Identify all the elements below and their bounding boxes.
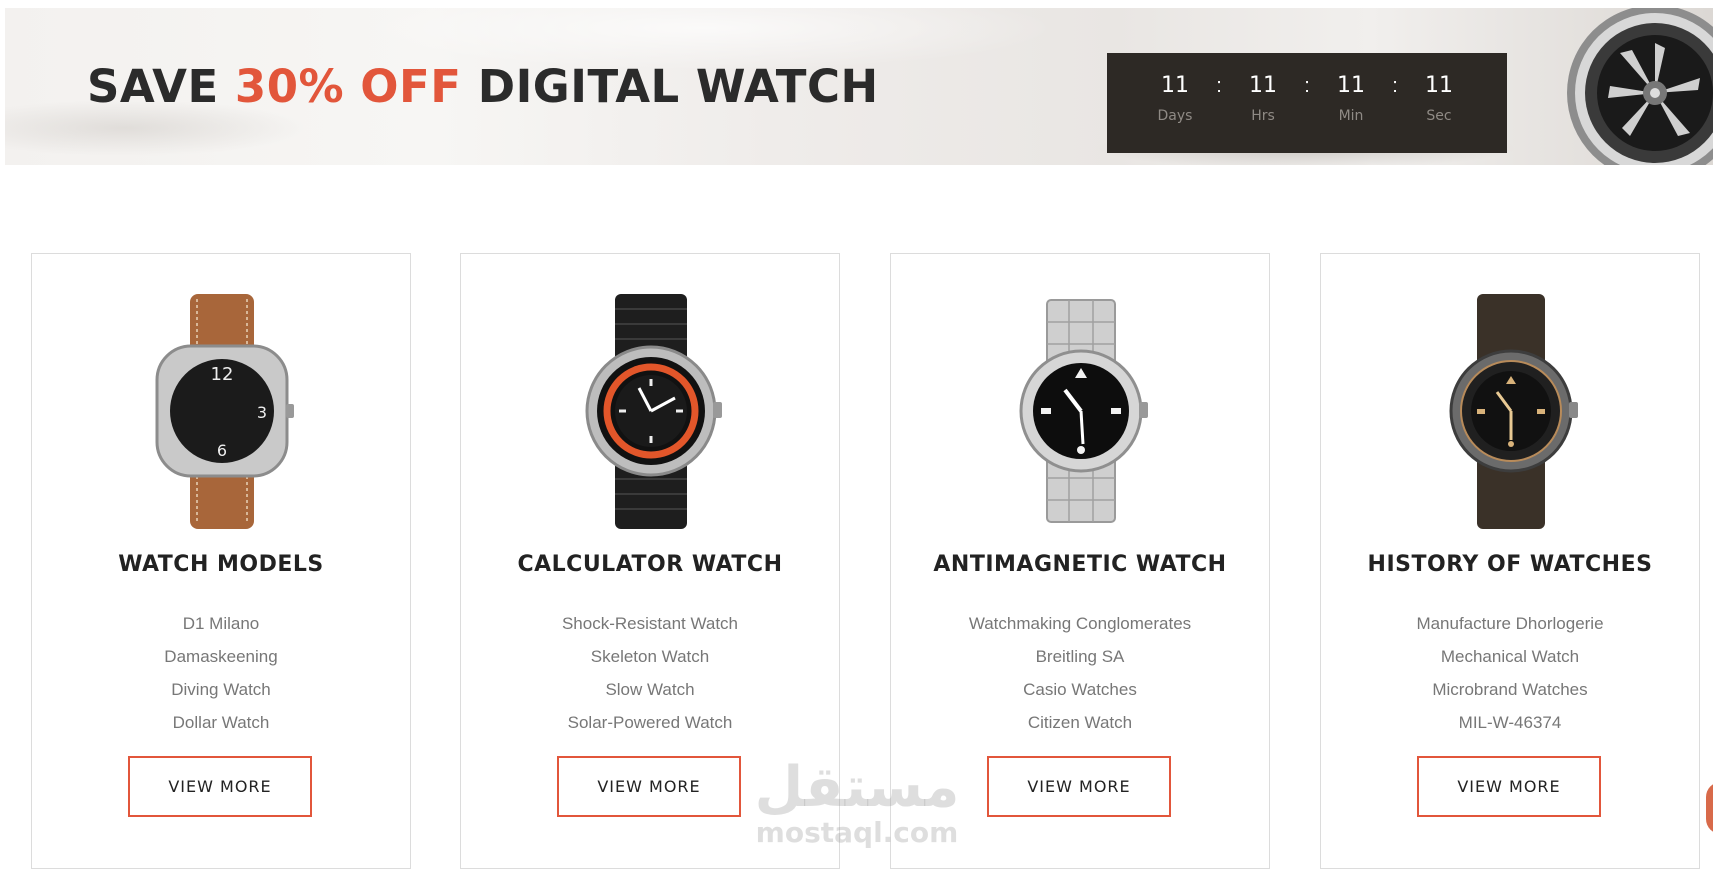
list-item[interactable]: Skeleton Watch [461, 640, 839, 673]
list-item-label[interactable]: Casio Watches [1023, 680, 1137, 699]
countdown-timer: 11 Days : 11 Hrs : 11 Min : 11 Sec [1107, 53, 1507, 153]
promo-banner: SAVE 30% OFF DIGITAL WATCH 11 Days : 11 … [5, 8, 1713, 165]
list-item-label[interactable]: Solar-Powered Watch [568, 713, 733, 732]
dark-fabric-strap-watch-image [1449, 294, 1578, 529]
list-item-label[interactable]: Skeleton Watch [591, 647, 709, 666]
list-item-label[interactable]: MIL-W-46374 [1459, 713, 1562, 732]
view-more-button[interactable]: VIEW MORE [987, 756, 1171, 817]
list-item-label[interactable]: Mechanical Watch [1441, 647, 1579, 666]
list-item[interactable]: D1 Milano [32, 607, 410, 640]
list-item[interactable]: MIL-W-46374 [1321, 706, 1699, 739]
card-link-list: Manufacture Dhorlogerie Mechanical Watch… [1321, 607, 1699, 739]
category-card: 12 3 6 WATCH MODELS D1 Milano Damaskeeni… [31, 253, 411, 869]
list-item[interactable]: Watchmaking Conglomerates [891, 607, 1269, 640]
list-item-label[interactable]: D1 Milano [183, 614, 260, 633]
view-more-button[interactable]: VIEW MORE [557, 756, 741, 817]
list-item-label[interactable]: Breitling SA [1036, 647, 1125, 666]
list-item[interactable]: Microbrand Watches [1321, 673, 1699, 706]
countdown-minutes-label: Min [1338, 108, 1364, 124]
steel-bracelet-watch-image [1019, 299, 1148, 523]
svg-text:12: 12 [211, 364, 234, 385]
list-item[interactable]: Breitling SA [891, 640, 1269, 673]
list-item[interactable]: Dollar Watch [32, 706, 410, 739]
countdown-separator: : [1392, 75, 1398, 97]
brown-leather-strap-watch-image: 12 3 6 [155, 294, 294, 529]
banner-title: SAVE 30% OFF DIGITAL WATCH [87, 60, 879, 113]
countdown-days-value: 11 [1161, 73, 1189, 98]
list-item-label[interactable]: Manufacture Dhorlogerie [1416, 614, 1603, 633]
card-title: HISTORY OF WATCHES [1367, 552, 1653, 577]
category-card: ANTIMAGNETIC WATCH Watchmaking Conglomer… [890, 253, 1270, 869]
list-item[interactable]: Shock-Resistant Watch [461, 607, 839, 640]
countdown-hours-value: 11 [1249, 73, 1277, 98]
card-link-list: D1 Milano Damaskeening Diving Watch Doll… [32, 607, 410, 739]
list-item-label[interactable]: Citizen Watch [1028, 713, 1132, 732]
list-item[interactable]: Damaskeening [32, 640, 410, 673]
countdown-separator: : [1216, 75, 1222, 97]
scroll-to-top-button[interactable] [1706, 782, 1713, 834]
card-link-list: Watchmaking Conglomerates Breitling SA C… [891, 607, 1269, 739]
card-title: WATCH MODELS [118, 552, 324, 577]
banner-title-suffix: DIGITAL WATCH [461, 60, 879, 113]
countdown-seconds-label: Sec [1426, 108, 1452, 124]
digital-watch-image [1567, 8, 1713, 165]
list-item-label[interactable]: Damaskeening [164, 647, 277, 666]
black-orange-diver-watch-image [585, 294, 722, 529]
svg-text:6: 6 [217, 441, 227, 460]
card-link-list: Shock-Resistant Watch Skeleton Watch Slo… [461, 607, 839, 739]
card-title: ANTIMAGNETIC WATCH [933, 552, 1227, 577]
countdown-seconds-value: 11 [1425, 73, 1453, 98]
countdown-seconds: 11 Sec [1411, 73, 1467, 124]
list-item-label[interactable]: Shock-Resistant Watch [562, 614, 738, 633]
countdown-minutes: 11 Min [1323, 73, 1379, 124]
banner-title-accent: 30% OFF [234, 60, 462, 113]
countdown-separator: : [1304, 75, 1310, 97]
list-item[interactable]: Solar-Powered Watch [461, 706, 839, 739]
list-item-label[interactable]: Slow Watch [605, 680, 694, 699]
list-item-label[interactable]: Microbrand Watches [1432, 680, 1587, 699]
list-item[interactable]: Mechanical Watch [1321, 640, 1699, 673]
list-item[interactable]: Manufacture Dhorlogerie [1321, 607, 1699, 640]
countdown-days: 11 Days [1147, 73, 1203, 124]
banner-title-prefix: SAVE [87, 60, 235, 113]
category-card: HISTORY OF WATCHES Manufacture Dhorloger… [1320, 253, 1700, 869]
countdown-minutes-value: 11 [1337, 73, 1365, 98]
list-item[interactable]: Casio Watches [891, 673, 1269, 706]
countdown-hours-label: Hrs [1251, 108, 1275, 124]
list-item-label[interactable]: Dollar Watch [173, 713, 270, 732]
list-item[interactable]: Slow Watch [461, 673, 839, 706]
countdown-days-label: Days [1157, 108, 1193, 124]
view-more-button[interactable]: VIEW MORE [1417, 756, 1601, 817]
category-card: CALCULATOR WATCH Shock-Resistant Watch S… [460, 253, 840, 869]
list-item[interactable]: Diving Watch [32, 673, 410, 706]
list-item-label[interactable]: Diving Watch [171, 680, 271, 699]
svg-text:3: 3 [257, 403, 267, 422]
view-more-button[interactable]: VIEW MORE [128, 756, 312, 817]
card-title: CALCULATOR WATCH [517, 552, 783, 577]
countdown-hours: 11 Hrs [1235, 73, 1291, 124]
list-item[interactable]: Citizen Watch [891, 706, 1269, 739]
list-item-label[interactable]: Watchmaking Conglomerates [969, 614, 1191, 633]
